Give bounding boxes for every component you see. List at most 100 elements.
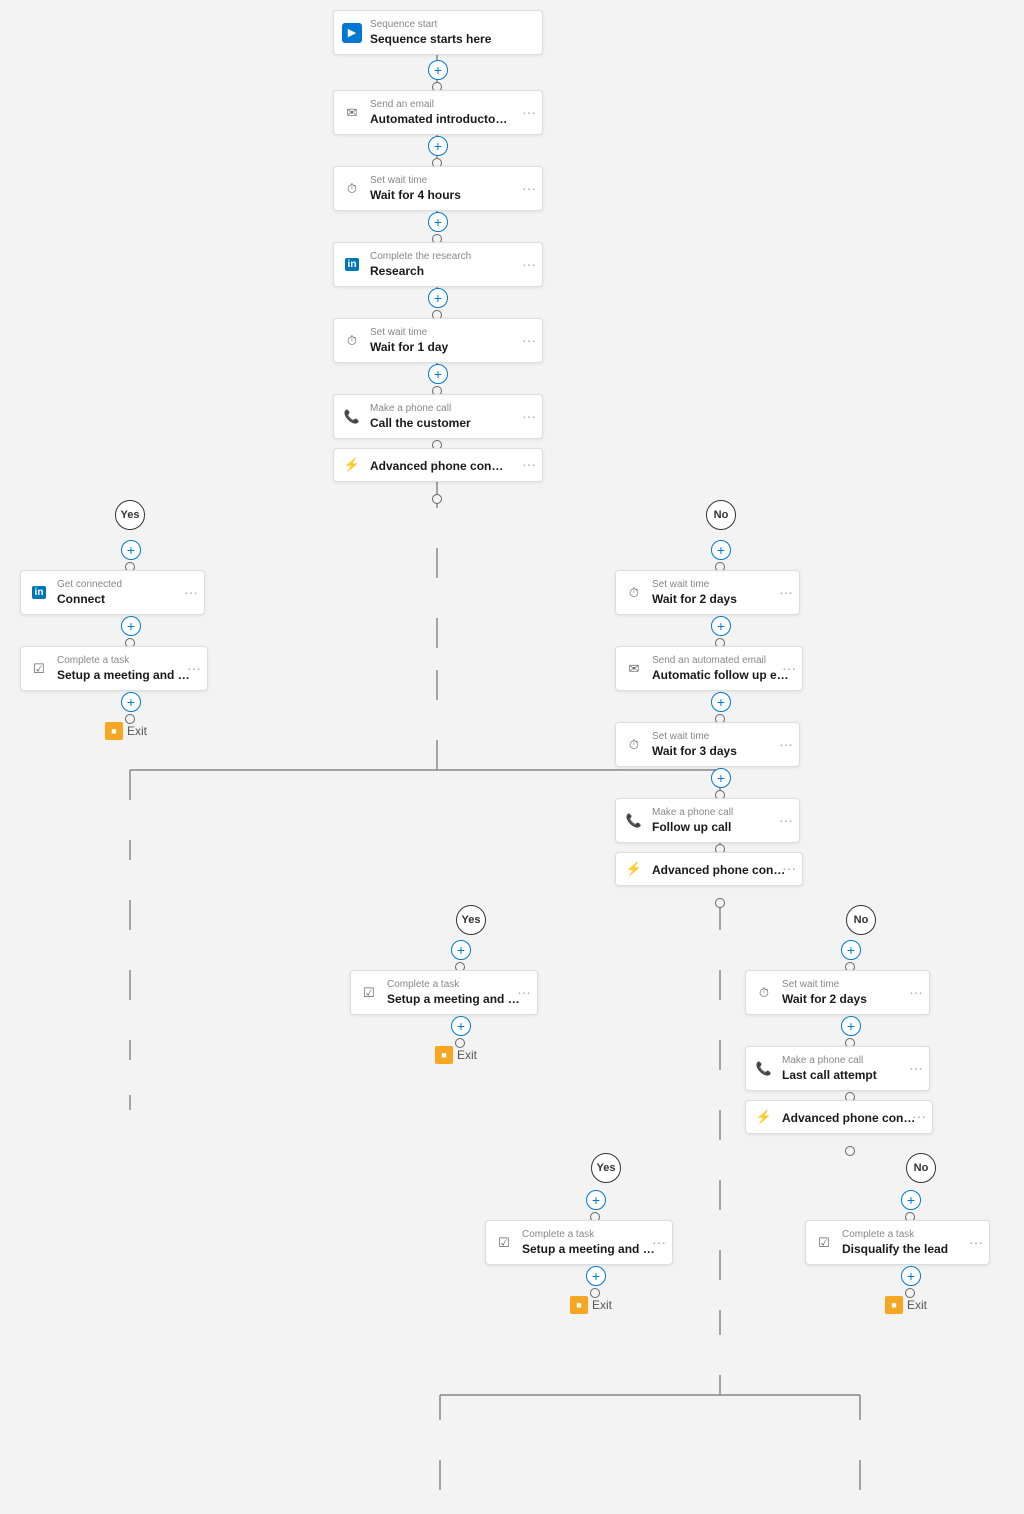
- wait-icon-4: ⏱: [629, 737, 639, 753]
- research-node: in Complete the research Research ⋯: [333, 242, 543, 287]
- add-btn-yes-1[interactable]: +: [121, 540, 141, 560]
- send-email-label: Send an email: [370, 99, 532, 110]
- add-btn-2[interactable]: +: [428, 136, 448, 156]
- sequence-icon: ▶: [342, 23, 362, 43]
- exit-1-node: ■ Exit: [105, 722, 147, 740]
- add-btn-yes-3[interactable]: +: [121, 692, 141, 712]
- wait-2d-1-title: Wait for 2 days: [652, 592, 789, 606]
- wait-3d-menu[interactable]: ⋯: [779, 736, 793, 753]
- wait-3d-label: Set wait time: [652, 731, 789, 742]
- email-icon-2: ✉: [629, 661, 640, 677]
- wait-1d-node: ⏱ Set wait time Wait for 1 day ⋯: [333, 318, 543, 363]
- send-email-node: ✉ Send an email Automated introductory e…: [333, 90, 543, 135]
- add-btn-yes-2[interactable]: +: [121, 616, 141, 636]
- exit-2-label: Exit: [457, 1048, 477, 1062]
- last-call-node: 📞 Make a phone call Last call attempt ⋯: [745, 1046, 930, 1091]
- auto-follow-email-label: Send an automated email: [652, 655, 792, 666]
- wait-2d-1-label: Set wait time: [652, 579, 789, 590]
- task-icon-1: ☑: [33, 661, 45, 677]
- yes-label-2: Yes: [456, 905, 486, 935]
- wait-2d-2-menu[interactable]: ⋯: [909, 984, 923, 1001]
- call-customer-title: Call the customer: [370, 416, 510, 430]
- add-btn-c3-yes-2[interactable]: +: [586, 1266, 606, 1286]
- add-btn-c2-no-1[interactable]: +: [841, 940, 861, 960]
- linkedin-icon-2: in: [32, 586, 47, 599]
- exit-4-label: Exit: [907, 1298, 927, 1312]
- call-customer-menu[interactable]: ⋯: [522, 408, 536, 425]
- exit-4-node: ■ Exit: [885, 1296, 927, 1314]
- setup-meeting-3-title: Setup a meeting and move to the next s..…: [522, 1242, 662, 1256]
- add-btn-c3-no-2[interactable]: +: [901, 1266, 921, 1286]
- conn-dot-7: [432, 494, 442, 504]
- phone-condition-3-node: ⚡ Advanced phone condition ⋯: [745, 1100, 933, 1134]
- wait-3d-node: ⏱ Set wait time Wait for 3 days ⋯: [615, 722, 800, 767]
- wait-icon-1: ⏱: [347, 181, 357, 197]
- setup-meeting-3-node: ☑ Complete a task Setup a meeting and mo…: [485, 1220, 673, 1265]
- send-email-menu[interactable]: ⋯: [522, 104, 536, 121]
- wait-1d-label: Set wait time: [370, 327, 532, 338]
- wait-2d-2-title: Wait for 2 days: [782, 992, 919, 1006]
- phone-icon-3: 📞: [756, 1061, 772, 1077]
- yes-label-1: Yes: [115, 500, 145, 530]
- wait-2d-1-menu[interactable]: ⋯: [779, 584, 793, 601]
- follow-up-call-menu[interactable]: ⋯: [779, 812, 793, 829]
- exit-2-node: ■ Exit: [435, 1046, 477, 1064]
- auto-follow-email-node: ✉ Send an automated email Automatic foll…: [615, 646, 803, 691]
- add-btn-c3-no-1[interactable]: +: [901, 1190, 921, 1210]
- phone-condition-2-menu[interactable]: ⋯: [782, 861, 796, 878]
- add-btn-c3-yes-1[interactable]: +: [586, 1190, 606, 1210]
- follow-up-call-node: 📞 Make a phone call Follow up call ⋯: [615, 798, 800, 843]
- disqualify-menu[interactable]: ⋯: [969, 1234, 983, 1251]
- task-icon-4: ☑: [818, 1235, 830, 1251]
- auto-follow-email-title: Automatic follow up email: [652, 668, 792, 682]
- phone-condition-1-node: ⚡ Advanced phone condition ⋯: [333, 448, 543, 482]
- connect-menu[interactable]: ⋯: [184, 584, 198, 601]
- wait-icon-2: ⏱: [347, 333, 357, 349]
- wait-4h-menu[interactable]: ⋯: [522, 180, 536, 197]
- add-btn-c2-no-2[interactable]: +: [841, 1016, 861, 1036]
- add-btn-c2-yes-2[interactable]: +: [451, 1016, 471, 1036]
- setup-meeting-3-menu[interactable]: ⋯: [652, 1234, 666, 1251]
- disqualify-node: ☑ Complete a task Disqualify the lead ⋯: [805, 1220, 990, 1265]
- no-label-2: No: [846, 905, 876, 935]
- condition-icon-2: ⚡: [626, 861, 642, 877]
- exit-1-label: Exit: [127, 724, 147, 738]
- exit-icon-4: ■: [885, 1296, 903, 1314]
- setup-meeting-2-title: Setup a meeting and move to the next s..…: [387, 992, 527, 1006]
- phone-condition-2-node: ⚡ Advanced phone condition ⋯: [615, 852, 803, 886]
- setup-meeting-2-label: Complete a task: [387, 979, 527, 990]
- phone-icon-1: 📞: [344, 409, 360, 425]
- call-customer-node: 📞 Make a phone call Call the customer ⋯: [333, 394, 543, 439]
- wait-2d-1-node: ⏱ Set wait time Wait for 2 days ⋯: [615, 570, 800, 615]
- wait-icon-3: ⏱: [629, 585, 639, 601]
- phone-condition-3-menu[interactable]: ⋯: [912, 1109, 926, 1126]
- wait-1d-title: Wait for 1 day: [370, 340, 510, 354]
- add-btn-no-4[interactable]: +: [711, 768, 731, 788]
- add-btn-3[interactable]: +: [428, 212, 448, 232]
- disqualify-title: Disqualify the lead: [842, 1242, 979, 1256]
- linkedin-icon: in: [345, 258, 360, 271]
- auto-follow-email-menu[interactable]: ⋯: [782, 660, 796, 677]
- sequence-start-title: Sequence starts here: [370, 32, 510, 46]
- add-btn-no-1[interactable]: +: [711, 540, 731, 560]
- connect-label: Get connected: [57, 579, 194, 590]
- setup-meeting-3-label: Complete a task: [522, 1229, 662, 1240]
- sequence-start-label: Sequence start: [370, 19, 532, 30]
- last-call-menu[interactable]: ⋯: [909, 1060, 923, 1077]
- setup-meeting-2-menu[interactable]: ⋯: [517, 984, 531, 1001]
- research-menu[interactable]: ⋯: [522, 256, 536, 273]
- phone-condition-2-title: Advanced phone condition: [652, 863, 792, 877]
- add-btn-no-3[interactable]: +: [711, 692, 731, 712]
- add-btn-no-2[interactable]: +: [711, 616, 731, 636]
- add-btn-1[interactable]: +: [428, 60, 448, 80]
- exit-3-node: ■ Exit: [570, 1296, 612, 1314]
- phone-condition-1-menu[interactable]: ⋯: [522, 457, 536, 474]
- wait-4h-label: Set wait time: [370, 175, 532, 186]
- follow-up-call-label: Make a phone call: [652, 807, 789, 818]
- add-btn-5[interactable]: +: [428, 364, 448, 384]
- wait-1d-menu[interactable]: ⋯: [522, 332, 536, 349]
- exit-3-label: Exit: [592, 1298, 612, 1312]
- setup-meeting-1-menu[interactable]: ⋯: [187, 660, 201, 677]
- add-btn-4[interactable]: +: [428, 288, 448, 308]
- add-btn-c2-yes-1[interactable]: +: [451, 940, 471, 960]
